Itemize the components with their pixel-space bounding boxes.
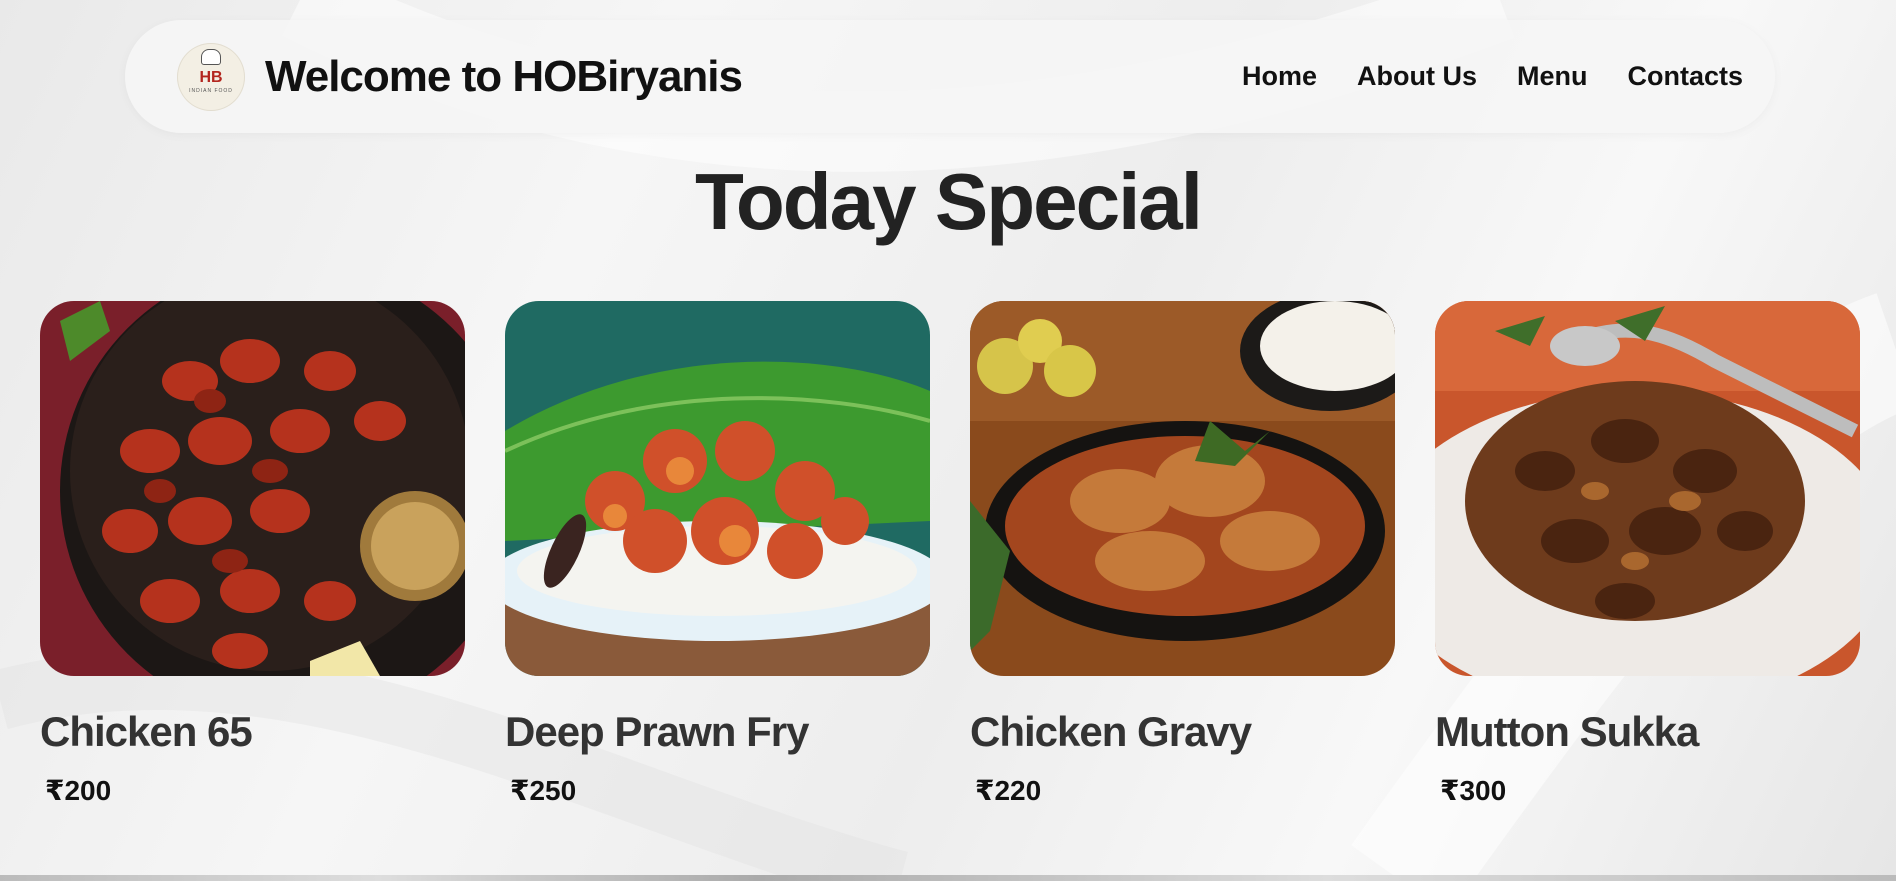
nav-link-contacts[interactable]: Contacts	[1627, 61, 1743, 92]
nav-link-home[interactable]: Home	[1242, 61, 1317, 92]
item-price: ₹300	[1440, 775, 1507, 806]
menu-card-mutton-sukka[interactable]: Mutton Sukka ₹300	[1435, 301, 1860, 807]
menu-card-deep-prawn-fry[interactable]: Deep Prawn Fry ₹250	[505, 301, 930, 807]
item-name: Mutton Sukka	[1435, 708, 1699, 755]
logo-subtitle: INDIAN FOOD	[189, 87, 233, 94]
item-name: Deep Prawn Fry	[505, 708, 809, 755]
logo-mark: HB	[199, 68, 223, 86]
menu-card-chicken-gravy[interactable]: Chicken Gravy ₹220	[970, 301, 1395, 807]
logo[interactable]: HB INDIAN FOOD	[177, 42, 245, 111]
bottom-strip	[0, 875, 1896, 881]
item-name: Chicken 65	[40, 708, 253, 755]
chicken-65-image	[40, 301, 465, 676]
item-price: ₹220	[975, 775, 1042, 806]
item-name: Chicken Gravy	[970, 708, 1252, 755]
section-title: Today Special	[694, 157, 1203, 246]
special-items-list: Chicken 65 ₹200 Deep Prawn Fry ₹250 Chic…	[40, 301, 1860, 807]
chicken-gravy-image	[970, 301, 1395, 676]
menu-card-chicken-65[interactable]: Chicken 65 ₹200	[40, 301, 465, 807]
site-title: Welcome to HOBiryanis	[265, 51, 743, 101]
navbar: HB INDIAN FOOD Welcome to HOBiryanis Hom…	[125, 20, 1775, 133]
mutton-sukka-image	[1435, 301, 1860, 676]
prawn-fry-image	[505, 301, 930, 676]
chef-icon	[201, 48, 221, 65]
nav-menu: Home About Us Menu Contacts	[1242, 61, 1743, 92]
nav-link-menu[interactable]: Menu	[1517, 61, 1588, 92]
nav-link-about-us[interactable]: About Us	[1357, 61, 1477, 92]
item-price: ₹200	[45, 775, 112, 806]
item-price: ₹250	[510, 775, 577, 806]
